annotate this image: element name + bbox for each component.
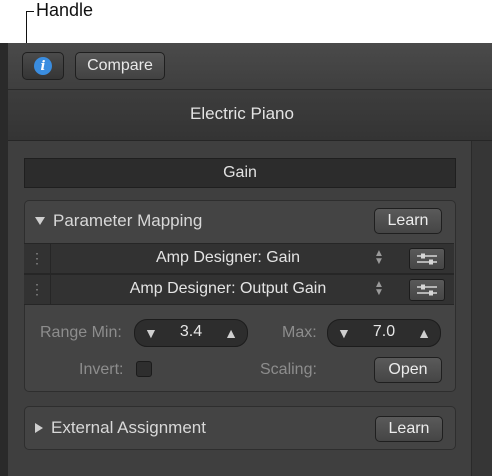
disclosure-triangle-icon [35,217,45,225]
external-learn-button[interactable]: Learn [375,416,443,442]
mapping-settings-button[interactable] [409,279,445,301]
invert-checkbox[interactable] [136,361,152,377]
side-panel [471,141,492,476]
range-min-label: Range Min: [40,324,122,341]
invert-label: Invert: [79,361,124,378]
parameter-mapping-title: Parameter Mapping [53,211,203,230]
updown-arrows-icon[interactable]: ▲ ▼ [374,280,384,298]
updown-arrows-icon[interactable]: ▲ ▼ [374,249,384,267]
mapping-settings-button[interactable] [409,248,445,270]
learn-button[interactable]: Learn [374,208,442,234]
sliders-icon [417,253,437,265]
range-min-stepper[interactable]: ▼ 3.4 ▲ [134,319,248,347]
drag-handle-icon[interactable]: ⋮ [24,275,51,304]
compare-button[interactable]: Compare [75,52,165,80]
mapping-target: Amp Designer: Output Gain [129,280,327,297]
mapping-row[interactable]: ⋮ Amp Designer: Output Gain ▲ ▼ [24,274,454,305]
plugin-header: Electric Piano [8,90,492,141]
scaling-label: Scaling: [260,361,317,378]
info-icon: i [34,57,52,75]
max-label: Max: [282,324,317,341]
drag-handle-icon[interactable]: ⋮ [24,244,51,273]
section-title: Gain [24,158,456,188]
max-stepper[interactable]: ▼ 7.0 ▲ [327,319,441,347]
external-assignment-disclosure[interactable]: External Assignment [35,418,206,438]
sliders-icon [417,284,437,296]
mapping-target: Amp Designer: Gain [155,249,301,266]
info-button[interactable]: i [22,52,64,80]
callout-line [26,11,34,12]
increment-icon[interactable]: ▲ [417,325,431,341]
external-assignment-panel: External Assignment Learn [24,406,456,450]
parameter-mapping-disclosure[interactable]: Parameter Mapping [35,211,202,231]
increment-icon[interactable]: ▲ [224,325,238,341]
external-assignment-title: External Assignment [51,418,206,437]
disclosure-triangle-icon [35,423,43,433]
mapping-row[interactable]: ⋮ Amp Designer: Gain ▲ ▼ [24,243,454,274]
open-scaling-button[interactable]: Open [374,357,442,383]
handle-callout-label: Handle [36,0,94,20]
plugin-title: Electric Piano [190,104,294,123]
plugin-toolbar: i Compare [8,43,492,90]
window-edge [0,43,8,476]
